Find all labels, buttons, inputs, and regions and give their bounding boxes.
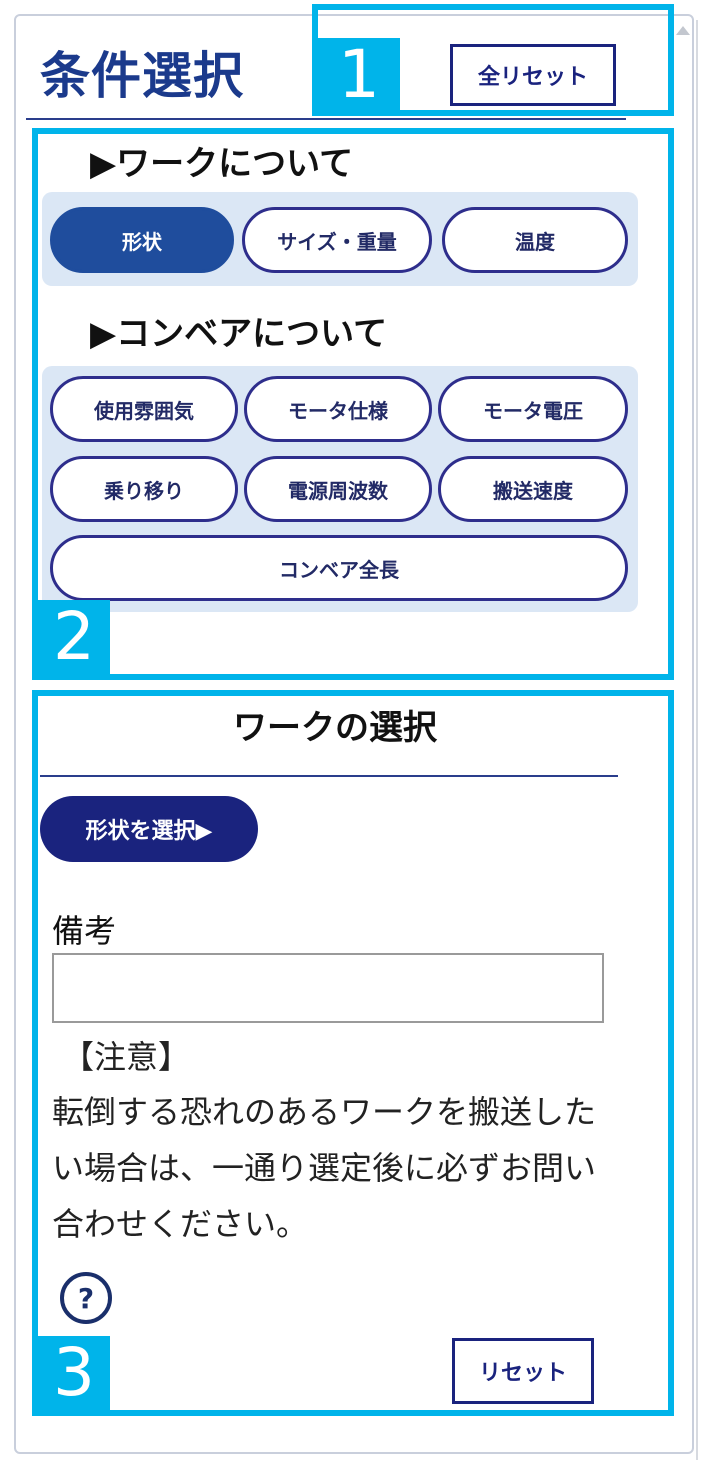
highlight-box-2 <box>32 128 674 680</box>
highlight-box-3 <box>32 690 674 1416</box>
title-divider <box>26 118 626 120</box>
panel-title: 条件選択 <box>40 47 244 105</box>
annotation-badge-3: 3 <box>38 1336 110 1410</box>
annotation-badge-1: 1 <box>318 38 400 112</box>
scroll-up-arrow-icon[interactable] <box>676 26 690 35</box>
scrollbar-track[interactable] <box>696 20 698 1460</box>
annotation-badge-2: 2 <box>38 600 110 674</box>
